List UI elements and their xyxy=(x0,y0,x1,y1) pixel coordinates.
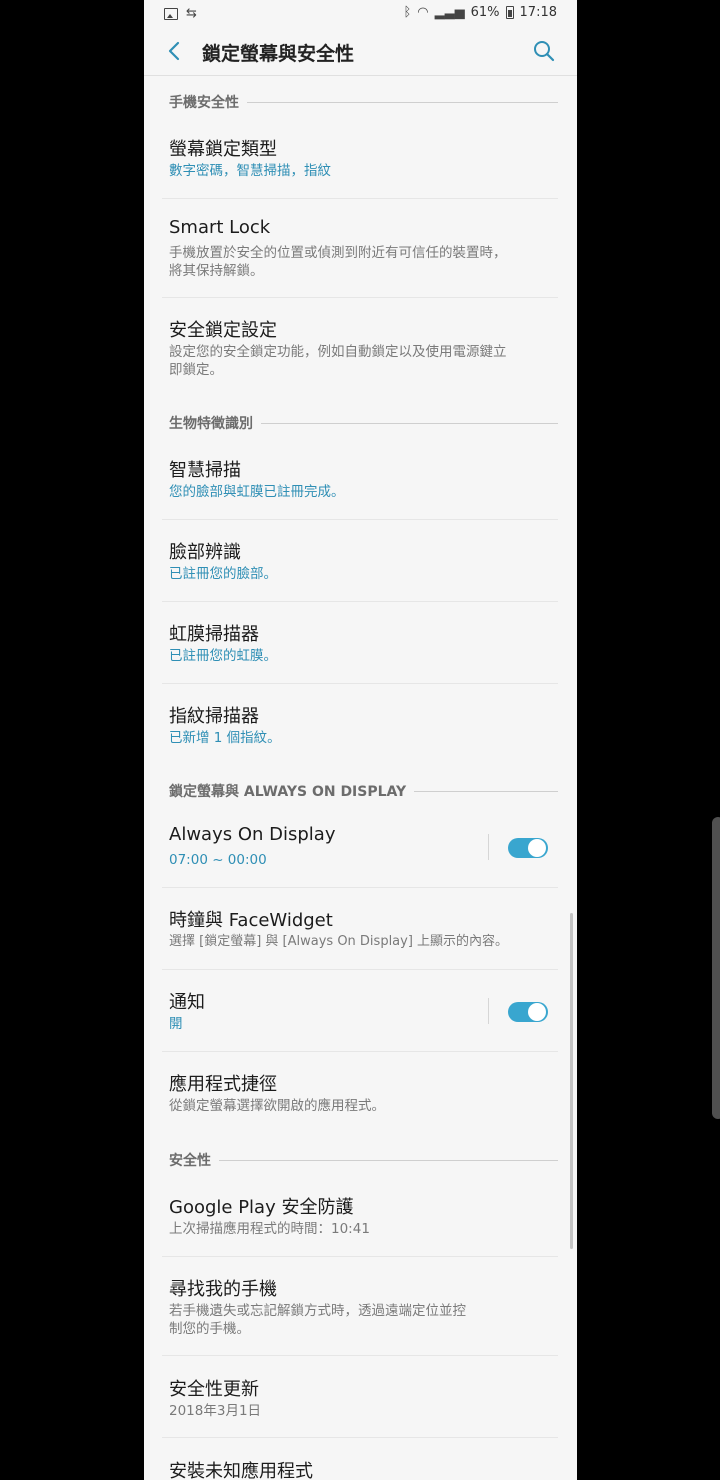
section-label: 鎖定螢幕與 ALWAYS ON DISPLAY xyxy=(169,784,407,800)
item-title: Google Play 安全防護 xyxy=(169,1197,354,1218)
item-subtitle: 07:00 ~ 00:00 xyxy=(169,852,267,868)
item-subtitle: 若手機遺失或忘記解鎖方式時，透過遠端定位並控制您的手機。 xyxy=(169,1303,466,1337)
aod-toggle-area xyxy=(488,834,548,862)
item-install-unknown-apps[interactable]: 安裝未知應用程式 xyxy=(162,1452,558,1480)
item-title: 安全性更新 xyxy=(169,1379,259,1400)
item-subtitle: 已新增 1 個指紋。 xyxy=(169,730,281,746)
section-label: 生物特徵識別 xyxy=(169,416,253,432)
app-bar: 鎖定螢幕與安全性 xyxy=(144,28,577,76)
item-secure-lock-settings[interactable]: 安全鎖定設定 設定您的安全鎖定功能，例如自動鎖定以及使用電源鍵立即鎖定。 xyxy=(162,311,558,391)
battery-percent: 61% xyxy=(470,5,500,20)
item-google-play-protect[interactable]: Google Play 安全防護 上次掃描應用程式的時間：10:41 xyxy=(162,1188,558,1256)
item-subtitle: 選擇 [鎖定螢幕] 與 [Always On Display] 上顯示的內容。 xyxy=(169,934,509,949)
divider xyxy=(162,519,558,520)
divider xyxy=(162,683,558,684)
battery-icon xyxy=(505,6,514,19)
edge-panel-handle[interactable] xyxy=(712,817,720,1119)
item-subtitle: 您的臉部與虹膜已註冊完成。 xyxy=(169,484,345,500)
divider xyxy=(162,198,558,199)
item-find-my-mobile[interactable]: 尋找我的手機 若手機遺失或忘記解鎖方式時，透過遠端定位並控制您的手機。 xyxy=(162,1270,558,1356)
divider xyxy=(162,887,558,888)
item-title: Always On Display xyxy=(169,824,336,845)
item-title: 螢幕鎖定類型 xyxy=(169,139,277,160)
item-fingerprint-scanner[interactable]: 指紋掃描器 已新增 1 個指紋。 xyxy=(162,697,558,765)
item-subtitle: 手機放置於安全的位置或偵測到附近有可信任的裝置時，將其保持解鎖。 xyxy=(169,245,507,279)
item-intelligent-scan[interactable]: 智慧掃描 您的臉部與虹膜已註冊完成。 xyxy=(162,451,558,519)
section-divider xyxy=(247,101,558,103)
search-button[interactable] xyxy=(531,38,557,64)
item-subtitle: 數字密碼，智慧掃描，指紋 xyxy=(169,163,331,179)
item-smart-lock[interactable]: Smart Lock 手機放置於安全的位置或偵測到附近有可信任的裝置時，將其保持… xyxy=(162,212,558,298)
section-label: 手機安全性 xyxy=(169,95,239,111)
item-subtitle: 開 xyxy=(169,1016,183,1032)
screen: ⇆ ᛒ ◠ ▂▃▅ 61% 17:18 鎖定螢幕與安全性 手機安全性 螢幕鎖定類… xyxy=(144,0,577,1480)
item-subtitle: 已註冊您的虹膜。 xyxy=(169,648,277,664)
section-label: 安全性 xyxy=(169,1153,211,1169)
item-title: Smart Lock xyxy=(169,217,271,238)
item-subtitle: 設定您的安全鎖定功能，例如自動鎖定以及使用電源鍵立即鎖定。 xyxy=(169,344,507,378)
toggle-separator xyxy=(488,834,489,860)
sync-icon: ⇆ xyxy=(186,6,197,21)
toggle-knob xyxy=(528,1003,546,1021)
item-notifications[interactable]: 通知 開 xyxy=(162,983,558,1051)
item-title: 安裝未知應用程式 xyxy=(169,1461,313,1480)
search-icon xyxy=(534,41,555,62)
section-header-security: 安全性 xyxy=(162,1150,558,1170)
section-divider xyxy=(261,422,558,424)
item-face-recognition[interactable]: 臉部辨識 已註冊您的臉部。 xyxy=(162,533,558,601)
divider xyxy=(162,1355,558,1356)
notifications-toggle[interactable] xyxy=(508,1002,548,1022)
divider xyxy=(162,1256,558,1257)
item-subtitle: 已註冊您的臉部。 xyxy=(169,566,277,582)
item-subtitle: 從鎖定螢幕選擇欲開啟的應用程式。 xyxy=(169,1098,385,1114)
item-always-on-display[interactable]: Always On Display 07:00 ~ 00:00 xyxy=(162,819,558,887)
item-title: 通知 xyxy=(169,992,205,1013)
wifi-icon: ◠ xyxy=(417,5,429,20)
divider xyxy=(162,1051,558,1052)
item-title: 智慧掃描 xyxy=(169,460,241,481)
item-subtitle: 上次掃描應用程式的時間：10:41 xyxy=(169,1221,370,1237)
item-iris-scanner[interactable]: 虹膜掃描器 已註冊您的虹膜。 xyxy=(162,615,558,683)
item-title: 時鐘與 FaceWidget xyxy=(169,910,333,931)
item-title: 安全鎖定設定 xyxy=(169,320,277,341)
divider xyxy=(162,297,558,298)
picture-icon xyxy=(164,7,178,20)
page-title: 鎖定螢幕與安全性 xyxy=(202,43,355,65)
item-title: 尋找我的手機 xyxy=(169,1279,277,1300)
toggle-knob xyxy=(528,839,546,857)
divider xyxy=(162,969,558,970)
item-clock-facewidget[interactable]: 時鐘與 FaceWidget 選擇 [鎖定螢幕] 與 [Always On Di… xyxy=(162,901,558,969)
item-title: 虹膜掃描器 xyxy=(169,624,259,645)
section-header-lockscreen-aod: 鎖定螢幕與 ALWAYS ON DISPLAY xyxy=(162,781,558,801)
status-bar: ⇆ ᛒ ◠ ▂▃▅ 61% 17:18 xyxy=(144,0,577,28)
item-security-update[interactable]: 安全性更新 2018年3月1日 xyxy=(162,1370,558,1438)
item-app-shortcuts[interactable]: 應用程式捷徑 從鎖定螢幕選擇欲開啟的應用程式。 xyxy=(162,1065,558,1133)
bluetooth-icon: ᛒ xyxy=(403,5,412,20)
notifications-toggle-area xyxy=(488,998,548,1026)
section-divider xyxy=(414,790,558,792)
item-title: 指紋掃描器 xyxy=(169,706,259,727)
section-header-biometrics: 生物特徵識別 xyxy=(162,413,558,433)
divider xyxy=(162,1437,558,1438)
scrollbar-thumb[interactable] xyxy=(570,913,573,1249)
item-title: 應用程式捷徑 xyxy=(169,1074,277,1095)
item-subtitle: 2018年3月1日 xyxy=(169,1403,262,1419)
divider xyxy=(162,601,558,602)
item-title: 臉部辨識 xyxy=(169,542,241,563)
item-screen-lock-type[interactable]: 螢幕鎖定類型 數字密碼，智慧掃描，指紋 xyxy=(162,130,558,198)
always-on-display-toggle[interactable] xyxy=(508,838,548,858)
section-header-phone-security: 手機安全性 xyxy=(162,92,558,112)
section-divider xyxy=(219,1159,558,1161)
toggle-separator xyxy=(488,998,489,1024)
signal-icon: ▂▃▅ xyxy=(434,5,465,20)
back-button[interactable] xyxy=(162,38,188,64)
clock: 17:18 xyxy=(519,5,557,20)
chevron-left-icon xyxy=(168,41,180,61)
